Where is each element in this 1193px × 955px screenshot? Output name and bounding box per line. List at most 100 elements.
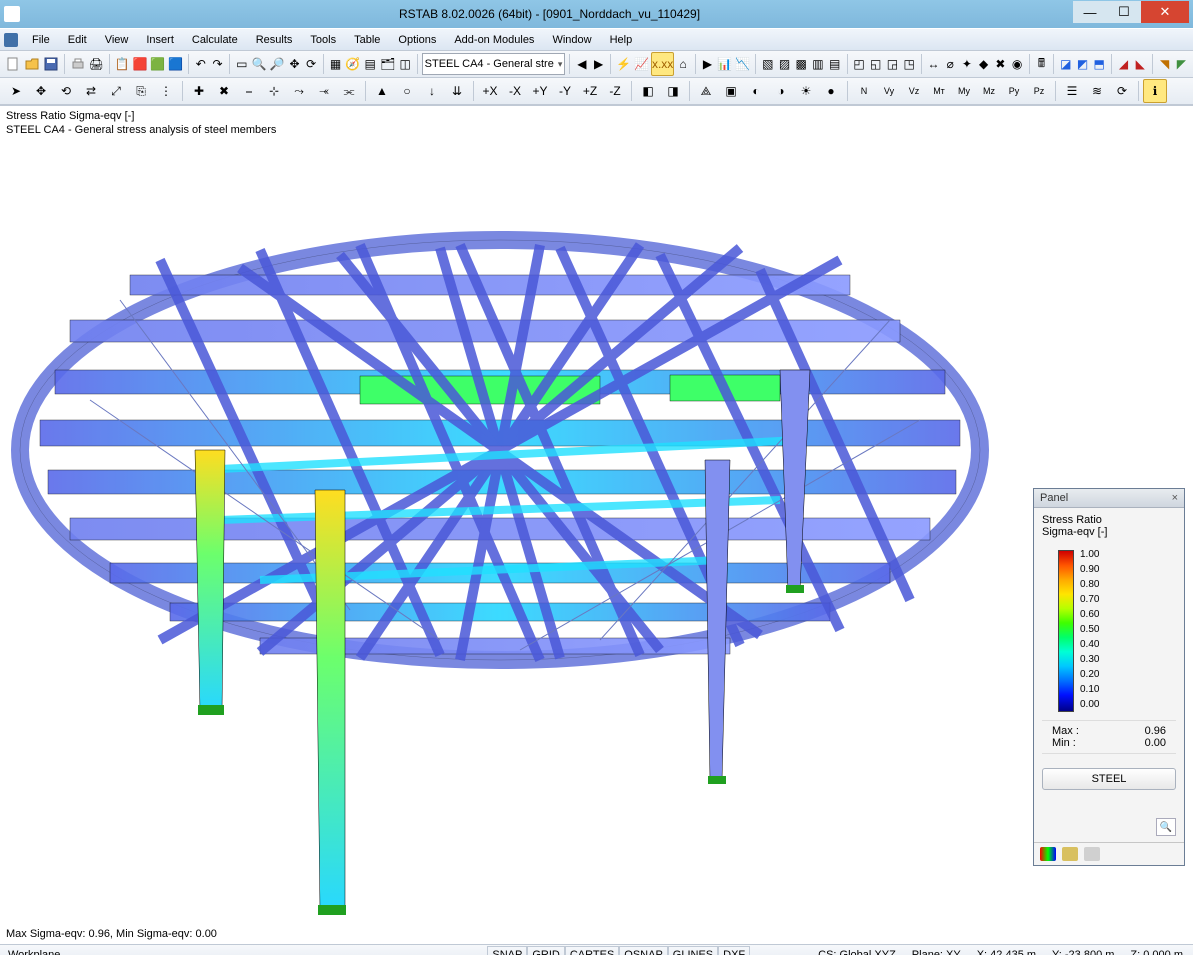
mod5-icon[interactable]: ◣ <box>1132 52 1148 76</box>
solid-icon[interactable]: ◉ <box>1009 52 1025 76</box>
filter2-icon[interactable]: ▨ <box>777 52 793 76</box>
menu-help[interactable]: Help <box>602 32 643 48</box>
minimize-button[interactable]: — <box>1073 1 1107 23</box>
member-icon[interactable]: ⎯ <box>237 79 261 103</box>
mod7-icon[interactable]: ◤ <box>1173 52 1189 76</box>
show-diagram-icon[interactable]: 📈 <box>633 52 650 76</box>
mod3-icon[interactable]: ⬒ <box>1091 52 1107 76</box>
redo-icon[interactable]: ↷ <box>210 52 226 76</box>
solid2-icon[interactable]: ▣ <box>719 79 743 103</box>
status-snap[interactable]: SNAP <box>487 946 527 955</box>
status-osnap[interactable]: OSNAP <box>619 946 668 955</box>
app-menu-icon[interactable] <box>4 33 18 47</box>
viewport[interactable]: Stress Ratio Sigma-eqv [-] STEEL CA4 - G… <box>0 105 1193 944</box>
open-icon[interactable] <box>23 52 41 76</box>
panel-tab2-icon[interactable] <box>1062 847 1078 861</box>
steel-button[interactable]: STEEL <box>1042 768 1176 790</box>
mirror-icon[interactable]: ⇄ <box>79 79 103 103</box>
groups3-icon[interactable]: ◲ <box>885 52 901 76</box>
save-icon[interactable] <box>42 52 60 76</box>
res-vy-icon[interactable]: Vy <box>877 79 901 103</box>
show-def-icon[interactable]: ≋ <box>1085 79 1109 103</box>
join-icon[interactable]: ⤛ <box>312 79 336 103</box>
deformed-icon[interactable]: ⌂ <box>675 52 691 76</box>
panel-title-bar[interactable]: Panel × <box>1034 489 1184 508</box>
chart-icon[interactable]: 📊 <box>716 52 733 76</box>
section-icon[interactable]: ⌀ <box>942 52 958 76</box>
panel-close-icon[interactable]: × <box>1172 492 1178 504</box>
show-results-icon[interactable]: ⚡ <box>615 52 632 76</box>
res-mz-icon[interactable]: Mz <box>977 79 1001 103</box>
menu-results[interactable]: Results <box>248 32 303 48</box>
res-my-icon[interactable]: My <box>952 79 976 103</box>
divide-icon[interactable]: ⊹ <box>262 79 286 103</box>
shade-icon[interactable]: ◐ <box>744 79 768 103</box>
close-button[interactable]: ✕ <box>1141 1 1189 23</box>
rotate-icon[interactable]: ⟳ <box>303 52 319 76</box>
res-n-icon[interactable]: N <box>852 79 876 103</box>
module-combo[interactable]: STEEL CA4 - General stre▾ <box>422 53 566 75</box>
lload-icon[interactable]: ⇊ <box>445 79 469 103</box>
array-icon[interactable]: ⋮ <box>154 79 178 103</box>
diagram2-icon[interactable]: 📉 <box>734 52 751 76</box>
zoom-window-icon[interactable]: 🔎 <box>269 52 286 76</box>
light-icon[interactable]: ☀ <box>794 79 818 103</box>
menu-table[interactable]: Table <box>346 32 390 48</box>
project-icon[interactable]: 🗂 <box>379 52 396 76</box>
panel-zoom-icon[interactable]: 🔍 <box>1156 818 1176 836</box>
res-mt-icon[interactable]: Mᴛ <box>927 79 951 103</box>
info-icon[interactable]: ℹ <box>1143 79 1167 103</box>
view-negx-icon[interactable]: -X <box>503 79 527 103</box>
mod6-icon[interactable]: ◥ <box>1157 52 1173 76</box>
pointer-icon[interactable]: ➤ <box>4 79 28 103</box>
node-new-icon[interactable]: ✚ <box>187 79 211 103</box>
wire-icon[interactable]: ⟁ <box>694 79 718 103</box>
status-glines[interactable]: GLINES <box>668 946 718 955</box>
print-preview-icon[interactable]: 🖨 <box>88 52 105 76</box>
groups2-icon[interactable]: ◱ <box>868 52 884 76</box>
res-vz-icon[interactable]: Vz <box>902 79 926 103</box>
pload-icon[interactable]: ↓ <box>420 79 444 103</box>
show-react-icon[interactable]: ☰ <box>1060 79 1084 103</box>
dim-icon[interactable]: ↔ <box>926 52 942 76</box>
find-icon[interactable]: 🔍 <box>251 52 268 76</box>
menu-insert[interactable]: Insert <box>138 32 184 48</box>
menu-addons[interactable]: Add-on Modules <box>446 32 544 48</box>
groups1-icon[interactable]: ◰ <box>851 52 867 76</box>
mod4-icon[interactable]: ◢ <box>1116 52 1132 76</box>
view-negy-icon[interactable]: -Y <box>553 79 577 103</box>
render-icon[interactable]: ◆ <box>976 52 992 76</box>
view-z-icon[interactable]: +Z <box>578 79 602 103</box>
view-y-icon[interactable]: +Y <box>528 79 552 103</box>
view-x-icon[interactable]: +X <box>478 79 502 103</box>
mod2-icon[interactable]: ◩ <box>1075 52 1091 76</box>
scale-icon[interactable]: ⤢ <box>104 79 128 103</box>
res-py-icon[interactable]: Py <box>1002 79 1026 103</box>
filter5-icon[interactable]: ▤ <box>827 52 843 76</box>
connect-icon[interactable]: ⫘ <box>337 79 361 103</box>
panel-icon[interactable]: ◫ <box>397 52 413 76</box>
pan-icon[interactable]: ✥ <box>287 52 303 76</box>
panel-tab1-icon[interactable] <box>1040 847 1056 861</box>
view-negz-icon[interactable]: -Z <box>603 79 627 103</box>
groups4-icon[interactable]: ◳ <box>901 52 917 76</box>
status-cartes[interactable]: CARTES <box>565 946 619 955</box>
data-green-icon[interactable]: 🟩 <box>149 52 166 76</box>
navigator-icon[interactable]: 🧭 <box>344 52 361 76</box>
print-icon[interactable] <box>69 52 87 76</box>
table-icon[interactable]: ▤ <box>362 52 378 76</box>
filter4-icon[interactable]: ▥ <box>810 52 826 76</box>
undo-icon[interactable]: ↶ <box>193 52 209 76</box>
menu-calculate[interactable]: Calculate <box>184 32 248 48</box>
menu-options[interactable]: Options <box>390 32 446 48</box>
calc-icon[interactable]: 🖩 <box>1034 52 1050 76</box>
dark-icon[interactable]: ● <box>819 79 843 103</box>
panel-tab3-icon[interactable] <box>1084 847 1100 861</box>
basedata-icon[interactable]: 📋 <box>113 52 130 76</box>
trans-icon[interactable]: ◑ <box>769 79 793 103</box>
prev-icon[interactable]: ◀ <box>574 52 590 76</box>
menu-view[interactable]: View <box>97 32 139 48</box>
menu-file[interactable]: File <box>24 32 60 48</box>
copy-icon[interactable]: ⎘ <box>129 79 153 103</box>
filter1-icon[interactable]: ▧ <box>760 52 776 76</box>
